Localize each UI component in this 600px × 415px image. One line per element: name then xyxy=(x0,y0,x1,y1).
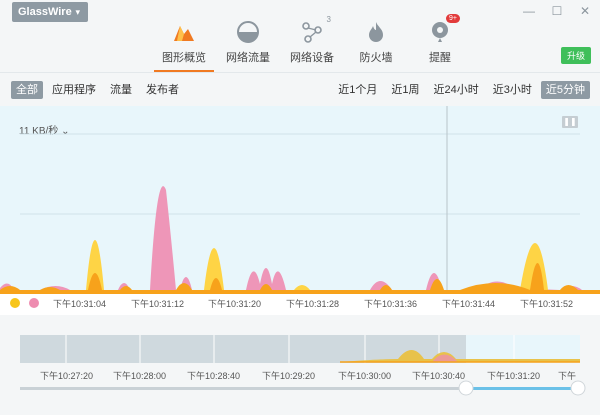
range-3-hours[interactable]: 近3小时 xyxy=(488,81,537,99)
alert-badge: 9+ xyxy=(446,14,460,23)
usage-icon xyxy=(236,20,260,44)
range-24-hours[interactable]: 近24小时 xyxy=(429,81,484,99)
time-tick: 下午10:31:12 xyxy=(131,298,184,309)
apps-legend-icon[interactable] xyxy=(29,298,39,308)
tab-network[interactable]: 3 网络设备 xyxy=(282,15,342,72)
range-start-handle[interactable] xyxy=(458,380,474,396)
network-count: 3 xyxy=(326,15,331,24)
range-slider-selected[interactable] xyxy=(466,387,578,390)
time-tick: 下午10:31:36 xyxy=(364,298,417,309)
time-tick: 下午10:31:52 xyxy=(520,298,573,309)
chevron-down-icon: ▾ xyxy=(75,7,80,17)
range-end-handle[interactable] xyxy=(570,380,586,396)
tab-label: 提醒 xyxy=(429,52,451,64)
timeline-overview[interactable]: 下午10:27:20 下午10:28:00 下午10:28:40 下午10:29… xyxy=(0,315,600,415)
view-filters: 全部 应用程序 流量 发布者 xyxy=(11,81,184,99)
tab-alerts[interactable]: 9+ 提醒 xyxy=(410,14,470,72)
timeline-tick: 下午10:27:20 xyxy=(40,370,93,381)
tab-label: 图形概览 xyxy=(162,52,206,64)
minimize-icon[interactable]: — xyxy=(522,4,536,18)
filter-traffic[interactable]: 流量 xyxy=(105,81,137,99)
filter-apps[interactable]: 应用程序 xyxy=(47,81,101,99)
tab-graph[interactable]: 图形概览 xyxy=(154,16,214,72)
tab-label: 网络流量 xyxy=(226,52,270,64)
traffic-graph-svg: 下午10:31:04 下午10:31:12 下午10:31:20 下午10:31… xyxy=(0,106,600,315)
time-tick: 下午10:31:28 xyxy=(286,298,339,309)
range-slider-track[interactable] xyxy=(20,387,466,390)
alert-icon: 9+ xyxy=(428,14,460,44)
timeline-tick: 下午10:29:20 xyxy=(262,370,315,381)
range-1-week[interactable]: 近1周 xyxy=(386,81,424,99)
incoming-legend-icon[interactable] xyxy=(10,298,20,308)
upgrade-button[interactable]: 升级 xyxy=(560,47,591,64)
timeline-tick: 下午10:28:00 xyxy=(113,370,166,381)
brand-label: GlassWire xyxy=(18,6,72,18)
maximize-icon[interactable]: ☐ xyxy=(550,4,564,18)
filter-all[interactable]: 全部 xyxy=(11,81,43,99)
firewall-icon xyxy=(364,20,388,44)
traffic-graph[interactable]: 11 KB/秒 ⌄ ❚❚ 下午10:31:04 下午10:31:12 下午10:… xyxy=(0,106,600,315)
main-nav: 图形概览 网络流量 3 网络设备 防火墙 9+ 提醒 xyxy=(154,14,474,72)
time-tick: 下午10:31:04 xyxy=(53,298,106,309)
network-icon: 3 xyxy=(300,15,331,44)
brand-menu-button[interactable]: GlassWire ▾ xyxy=(12,2,88,22)
timeline-tick: 下午 xyxy=(558,370,576,381)
range-1-month[interactable]: 近1个月 xyxy=(333,81,382,99)
timeline-tick: 下午10:31:20 xyxy=(487,370,540,381)
tab-usage[interactable]: 网络流量 xyxy=(218,16,278,72)
timeline-tick: 下午10:28:40 xyxy=(187,370,240,381)
graph-icon xyxy=(172,20,196,44)
time-tick: 下午10:31:44 xyxy=(442,298,495,309)
timeline-selection xyxy=(466,335,580,363)
timeline-tick: 下午10:30:00 xyxy=(338,370,391,381)
timeline-tick: 下午10:30:40 xyxy=(412,370,465,381)
time-range-filters: 近1个月 近1周 近24小时 近3小时 近5分钟 xyxy=(333,81,590,99)
timeline-svg: 下午10:27:20 下午10:28:00 下午10:28:40 下午10:29… xyxy=(20,335,586,396)
window-controls: — ☐ ✕ xyxy=(522,4,592,18)
close-icon[interactable]: ✕ xyxy=(578,4,592,18)
filter-publisher[interactable]: 发布者 xyxy=(141,81,184,99)
filter-bar: 全部 应用程序 流量 发布者 近1个月 近1周 近24小时 近3小时 近5分钟 xyxy=(0,72,600,106)
tab-label: 网络设备 xyxy=(290,52,334,64)
time-tick: 下午10:31:20 xyxy=(208,298,261,309)
range-5-minutes[interactable]: 近5分钟 xyxy=(540,81,590,99)
tab-firewall[interactable]: 防火墙 xyxy=(346,16,406,72)
title-bar: GlassWire ▾ — ☐ ✕ 图形概览 网络流量 3 网络设备 防火墙 9… xyxy=(0,0,600,72)
tab-label: 防火墙 xyxy=(359,52,393,64)
